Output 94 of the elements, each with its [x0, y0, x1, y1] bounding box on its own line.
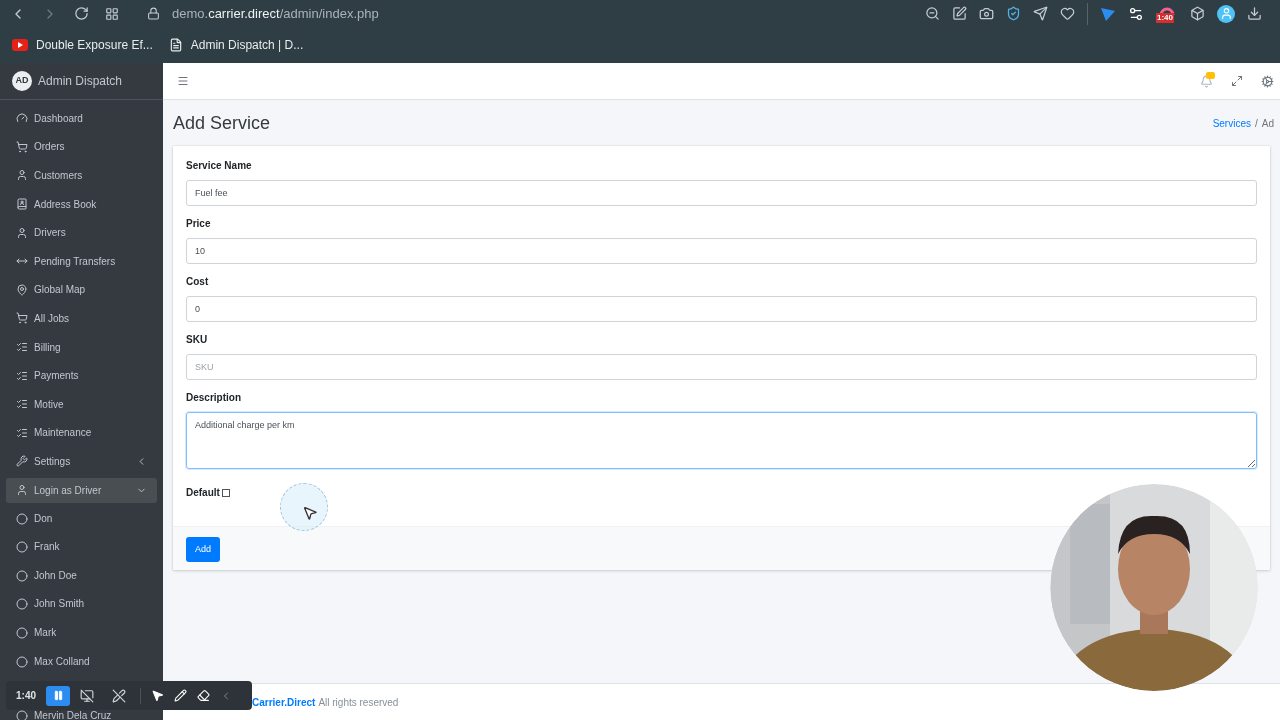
footer-link[interactable]: Carrier.Direct: [252, 694, 316, 710]
screen-off-icon[interactable]: [80, 688, 94, 703]
pause-button[interactable]: [46, 685, 70, 706]
nav-subitem[interactable]: Mark: [6, 620, 157, 646]
circle-icon: [16, 512, 28, 525]
map-pin-icon: [16, 283, 28, 296]
nav-item[interactable]: Drivers: [6, 220, 157, 246]
nav-item[interactable]: Payments: [6, 363, 157, 389]
nav-subitem[interactable]: Max Colland: [6, 649, 157, 675]
nav-item[interactable]: Pending Transfers: [6, 248, 157, 274]
nav-item[interactable]: Dashboard: [6, 105, 157, 131]
field-label: Description: [186, 391, 242, 405]
nav-subitem[interactable]: John Doe: [6, 563, 157, 589]
fullscreen-icon[interactable]: [1231, 75, 1243, 87]
input-field[interactable]: Fuel fee: [186, 180, 1257, 206]
cursor-icon: [302, 505, 318, 521]
add-button[interactable]: Add: [186, 537, 220, 563]
list-icon: [16, 398, 28, 411]
list-icon: [16, 369, 28, 382]
lock-icon: [147, 7, 160, 20]
nav-item[interactable]: All Jobs: [6, 305, 157, 331]
shield-icon[interactable]: [1006, 6, 1021, 21]
reload-icon[interactable]: [74, 6, 89, 21]
circle-icon: [16, 569, 28, 582]
zoom-icon[interactable]: [925, 6, 940, 21]
send-icon[interactable]: [1033, 6, 1048, 21]
address-bar[interactable]: demo.carrier.direct/admin/index.php: [172, 3, 379, 24]
user-icon: [16, 169, 28, 182]
download-icon[interactable]: [1247, 6, 1262, 21]
nav-item[interactable]: Address Book: [6, 191, 157, 217]
nav-item[interactable]: Customers: [6, 163, 157, 188]
pen-off-icon[interactable]: [112, 688, 126, 703]
description-field[interactable]: Additional charge per km: [186, 412, 1257, 469]
triangle-logo-icon[interactable]: [1100, 5, 1116, 22]
footer-text: All rights reserved: [318, 695, 399, 710]
cube-icon[interactable]: [1190, 6, 1205, 21]
camera-icon[interactable]: [979, 6, 994, 21]
input-field[interactable]: 10: [186, 238, 1257, 264]
list-icon: [16, 341, 28, 354]
cart-icon: [16, 140, 28, 153]
nav-item[interactable]: Global Map: [6, 277, 157, 303]
field-label: Price: [186, 217, 212, 231]
circle-icon: [16, 598, 28, 611]
field-label: SKU: [186, 333, 209, 347]
timer-badge: 1:40: [1156, 12, 1174, 23]
heart-icon[interactable]: [1060, 6, 1075, 21]
edit-icon[interactable]: [952, 6, 967, 21]
address-book-icon: [16, 198, 28, 211]
input-field[interactable]: SKU: [186, 354, 1257, 380]
nav-subitem[interactable]: Frank: [6, 534, 157, 560]
field-label: Cost: [186, 275, 210, 289]
bookmark-link[interactable]: Admin Dispatch | D...: [190, 36, 304, 54]
nav-item[interactable]: Settings: [6, 448, 157, 474]
nav-subitem[interactable]: Don: [6, 506, 157, 532]
user-icon: [16, 226, 28, 239]
nav-subitem[interactable]: John Smith: [6, 591, 157, 617]
breadcrumb-separator: /: [1255, 116, 1258, 131]
nav-item[interactable]: Login as Driver: [6, 477, 157, 503]
default-checkbox[interactable]: [221, 488, 230, 497]
circle-icon: [16, 627, 28, 639]
nav-subitem[interactable]: Mervin Dela Cruz: [6, 710, 157, 720]
grid-icon[interactable]: [105, 6, 119, 21]
profile-avatar[interactable]: [1217, 4, 1235, 23]
bookmark-link[interactable]: Double Exposure Ef...: [36, 36, 153, 54]
brand-name[interactable]: Admin Dispatch: [38, 72, 123, 90]
list-icon: [16, 426, 28, 439]
settings-icon[interactable]: [1261, 74, 1274, 88]
user-icon: [16, 484, 28, 496]
checkbox-label: Default: [186, 486, 220, 500]
breadcrumb-item[interactable]: Services: [1212, 115, 1251, 131]
circle-icon: [16, 655, 28, 668]
cart-icon: [16, 312, 28, 325]
eraser-icon[interactable]: [197, 689, 210, 702]
play-icon: [12, 39, 28, 51]
nav-item[interactable]: Motive: [6, 391, 157, 417]
nav-item[interactable]: Billing: [6, 334, 157, 360]
pencil-icon[interactable]: [174, 689, 187, 702]
nav-item[interactable]: Orders: [6, 134, 157, 160]
cursor-highlight: [280, 483, 328, 531]
page-icon: [168, 38, 183, 52]
pause-icon: [52, 690, 64, 701]
menu-icon[interactable]: [177, 75, 189, 87]
recording-timer: 1:40: [16, 689, 36, 703]
circle-icon: [16, 541, 28, 554]
wrench-icon: [16, 455, 28, 468]
gauge-icon: [16, 112, 28, 125]
breadcrumb-item: Ad: [1261, 116, 1274, 131]
nav-item[interactable]: Maintenance: [6, 420, 157, 446]
notification-badge: [1206, 71, 1215, 79]
field-label: Service Name: [186, 159, 253, 173]
pointer-icon[interactable]: [151, 689, 164, 702]
page-title: Add Service: [173, 111, 271, 135]
input-field[interactable]: 0: [186, 296, 1257, 322]
brand-avatar: AD: [12, 71, 32, 91]
